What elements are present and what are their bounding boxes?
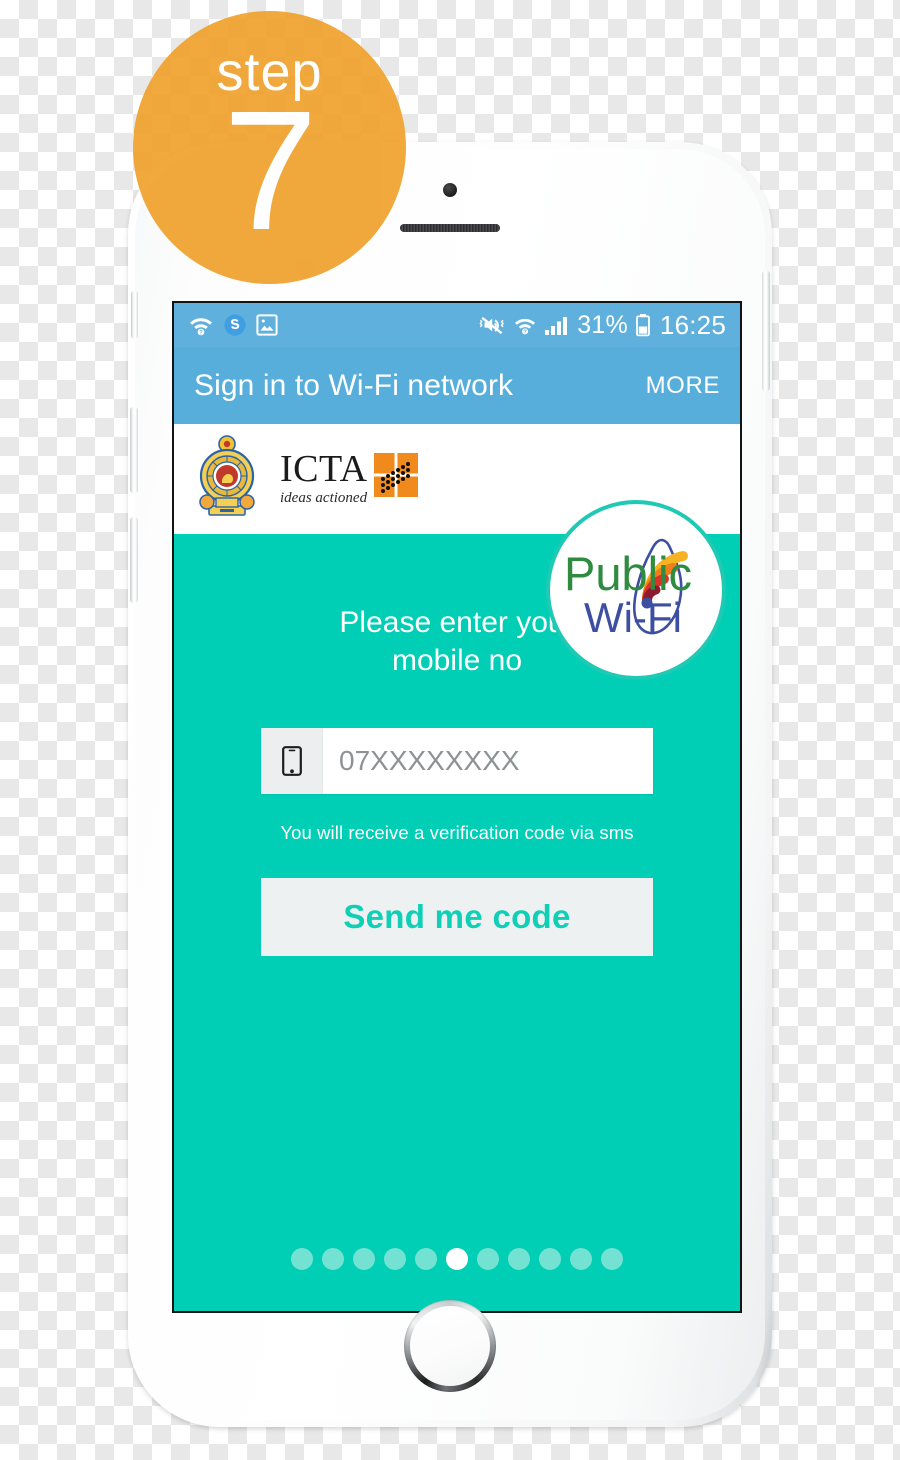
- icta-wordmark: ICTA: [280, 447, 368, 490]
- earpiece-speaker: [400, 224, 500, 232]
- mobile-number-field[interactable]: [261, 728, 716, 795]
- image-icon: [256, 314, 278, 336]
- pagination-dot[interactable]: [291, 1248, 313, 1270]
- pagination-dot[interactable]: [477, 1248, 499, 1270]
- battery-icon: [636, 314, 650, 337]
- step-badge: step 7: [133, 11, 406, 284]
- public-wifi-logo: Public Wi-Fi: [546, 500, 726, 680]
- page-title: Sign in to Wi-Fi network: [194, 368, 514, 402]
- front-camera-icon: [443, 183, 457, 197]
- volume-up-button[interactable]: [130, 407, 138, 493]
- status-bar-clock: 16:25: [659, 309, 726, 340]
- phone-screen: ? ? 31% 16:25 Sign in to Wi-Fi network M…: [172, 301, 742, 1313]
- pagination-dot[interactable]: [446, 1248, 468, 1270]
- volume-down-button[interactable]: [130, 517, 138, 603]
- mobile-phone-icon: [261, 728, 323, 795]
- pagination-dot[interactable]: [570, 1248, 592, 1270]
- public-wifi-line2: Wi-Fi: [584, 594, 682, 641]
- pagination-dots[interactable]: [174, 1248, 740, 1270]
- icta-mark-icon: [373, 452, 418, 497]
- sri-lanka-government-emblem-icon: [196, 432, 258, 526]
- svg-text:?: ?: [199, 330, 203, 336]
- status-bar: ? ? 31% 16:25: [174, 303, 740, 347]
- pagination-dot[interactable]: [601, 1248, 623, 1270]
- mute-switch[interactable]: [131, 291, 138, 339]
- send-me-code-button[interactable]: Send me code: [261, 878, 653, 957]
- wifi-question-icon: ?: [515, 318, 536, 335]
- home-button[interactable]: [404, 1300, 496, 1392]
- pagination-dot[interactable]: [353, 1248, 375, 1270]
- pagination-dot[interactable]: [384, 1248, 406, 1270]
- status-bar-left-icons: ?: [188, 313, 278, 337]
- skype-icon: [224, 314, 246, 336]
- battery-percent-label: 31%: [577, 310, 628, 339]
- verification-hint: You will receive a verification code via…: [280, 822, 634, 844]
- mobile-number-input[interactable]: [323, 728, 716, 795]
- status-bar-right-icons: ? 31% 16:25: [478, 310, 726, 341]
- phone-bezel: ? ? 31% 16:25 Sign in to Wi-Fi network M…: [130, 149, 770, 1420]
- pagination-dot[interactable]: [539, 1248, 561, 1270]
- more-button[interactable]: MORE: [646, 372, 720, 400]
- branding-band: ICTA ideas actioned Public Wi-Fi: [174, 424, 740, 680]
- icta-logo: ICTA ideas actioned: [280, 447, 418, 507]
- pagination-dot[interactable]: [508, 1248, 530, 1270]
- app-bar: Sign in to Wi-Fi network MORE: [174, 347, 740, 424]
- pagination-dot[interactable]: [322, 1248, 344, 1270]
- mute-vibrate-icon: [479, 316, 505, 335]
- icta-tagline: ideas actioned: [280, 490, 368, 507]
- pagination-dot[interactable]: [415, 1248, 437, 1270]
- public-wifi-line1: Public: [564, 547, 692, 600]
- step-number: 7: [223, 76, 318, 267]
- power-button[interactable]: [762, 271, 770, 391]
- phone-device: ? ? 31% 16:25 Sign in to Wi-Fi network M…: [128, 142, 772, 1427]
- wifi-question-icon: ?: [190, 318, 212, 336]
- signal-bars-icon: [545, 317, 568, 335]
